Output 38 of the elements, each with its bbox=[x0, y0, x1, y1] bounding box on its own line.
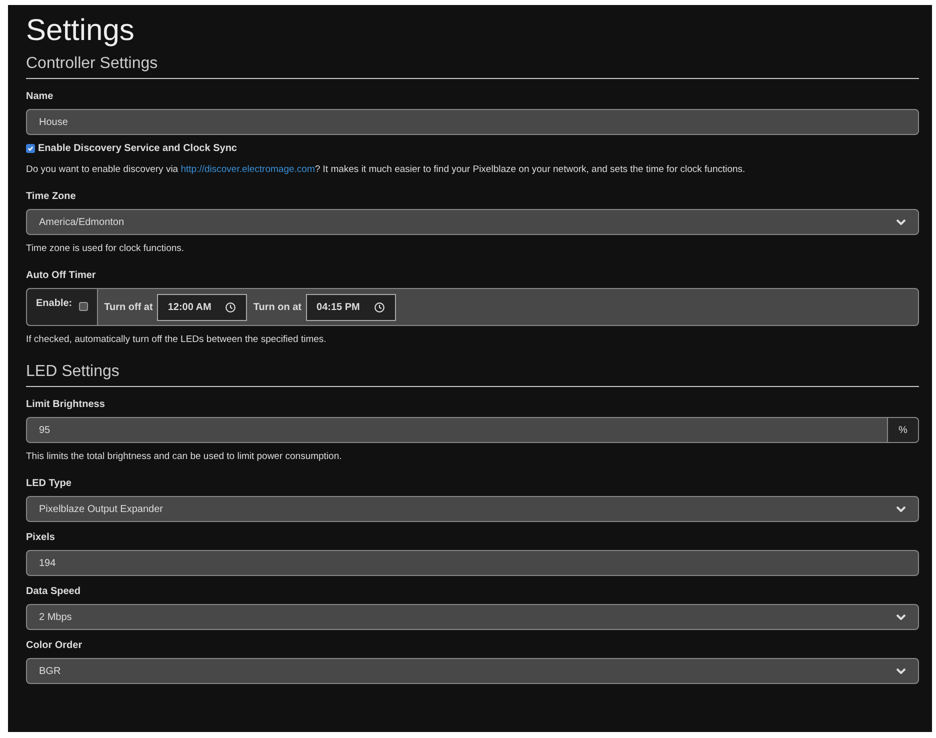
checkbox-label: Enable Discovery Service and Clock Sync bbox=[38, 143, 237, 154]
chevron-down-icon bbox=[896, 614, 906, 620]
discovery-link[interactable]: http://discover.electromage.com bbox=[180, 164, 315, 175]
section-heading: LED Settings bbox=[26, 362, 120, 382]
field-label: Color Order bbox=[26, 640, 84, 652]
help-text: This limits the total brightness and can be used to limit power consumption. bbox=[26, 451, 343, 463]
section-heading: Controller Settings bbox=[26, 54, 159, 74]
number-field[interactable]: 95 bbox=[26, 417, 888, 443]
select-field[interactable]: America/Edmonton bbox=[26, 209, 919, 235]
unit-addon: % bbox=[888, 417, 919, 443]
field-label: Pixels bbox=[26, 532, 56, 544]
chevron-down-icon bbox=[896, 219, 906, 225]
field-label: Auto Off Timer bbox=[26, 270, 97, 282]
page-title: Settings bbox=[26, 13, 136, 49]
select-field[interactable]: BGR bbox=[26, 658, 919, 684]
field-label: Name bbox=[26, 91, 54, 103]
select-field[interactable]: Pixelblaze Output Expander bbox=[26, 496, 919, 522]
field-label: LED Type bbox=[26, 478, 72, 490]
chevron-down-icon bbox=[896, 668, 906, 674]
turn-off-label: Turn off at bbox=[104, 302, 153, 312]
enable-label: Enable: bbox=[36, 298, 72, 309]
field-label: Data Speed bbox=[26, 586, 82, 598]
turn-on-label: Turn on at bbox=[253, 302, 302, 312]
text-field[interactable]: 194 bbox=[26, 550, 919, 576]
field-label: Limit Brightness bbox=[26, 399, 106, 411]
time-field[interactable]: 12:00 AM bbox=[156, 294, 248, 320]
time-field[interactable]: 04:15 PM bbox=[306, 294, 396, 320]
select-field[interactable]: 2 Mbps bbox=[26, 604, 919, 630]
clock-icon bbox=[225, 302, 236, 312]
text-field[interactable]: House bbox=[26, 109, 919, 135]
help-text: Do you want to enable discovery via http://discover.electromage.com? It makes it much easier to find your Pixelblaze on your network, and sets the time for clock functions. bbox=[26, 164, 746, 176]
checkbox[interactable] bbox=[26, 144, 35, 153]
field-label: Time Zone bbox=[26, 191, 77, 203]
chevron-down-icon bbox=[896, 506, 906, 512]
help-text: If checked, automatically turn off the LEDs between the specified times. bbox=[26, 334, 328, 346]
help-text: Time zone is used for clock functions. bbox=[26, 243, 186, 255]
clock-icon bbox=[374, 302, 385, 312]
checkbox[interactable] bbox=[79, 302, 88, 311]
